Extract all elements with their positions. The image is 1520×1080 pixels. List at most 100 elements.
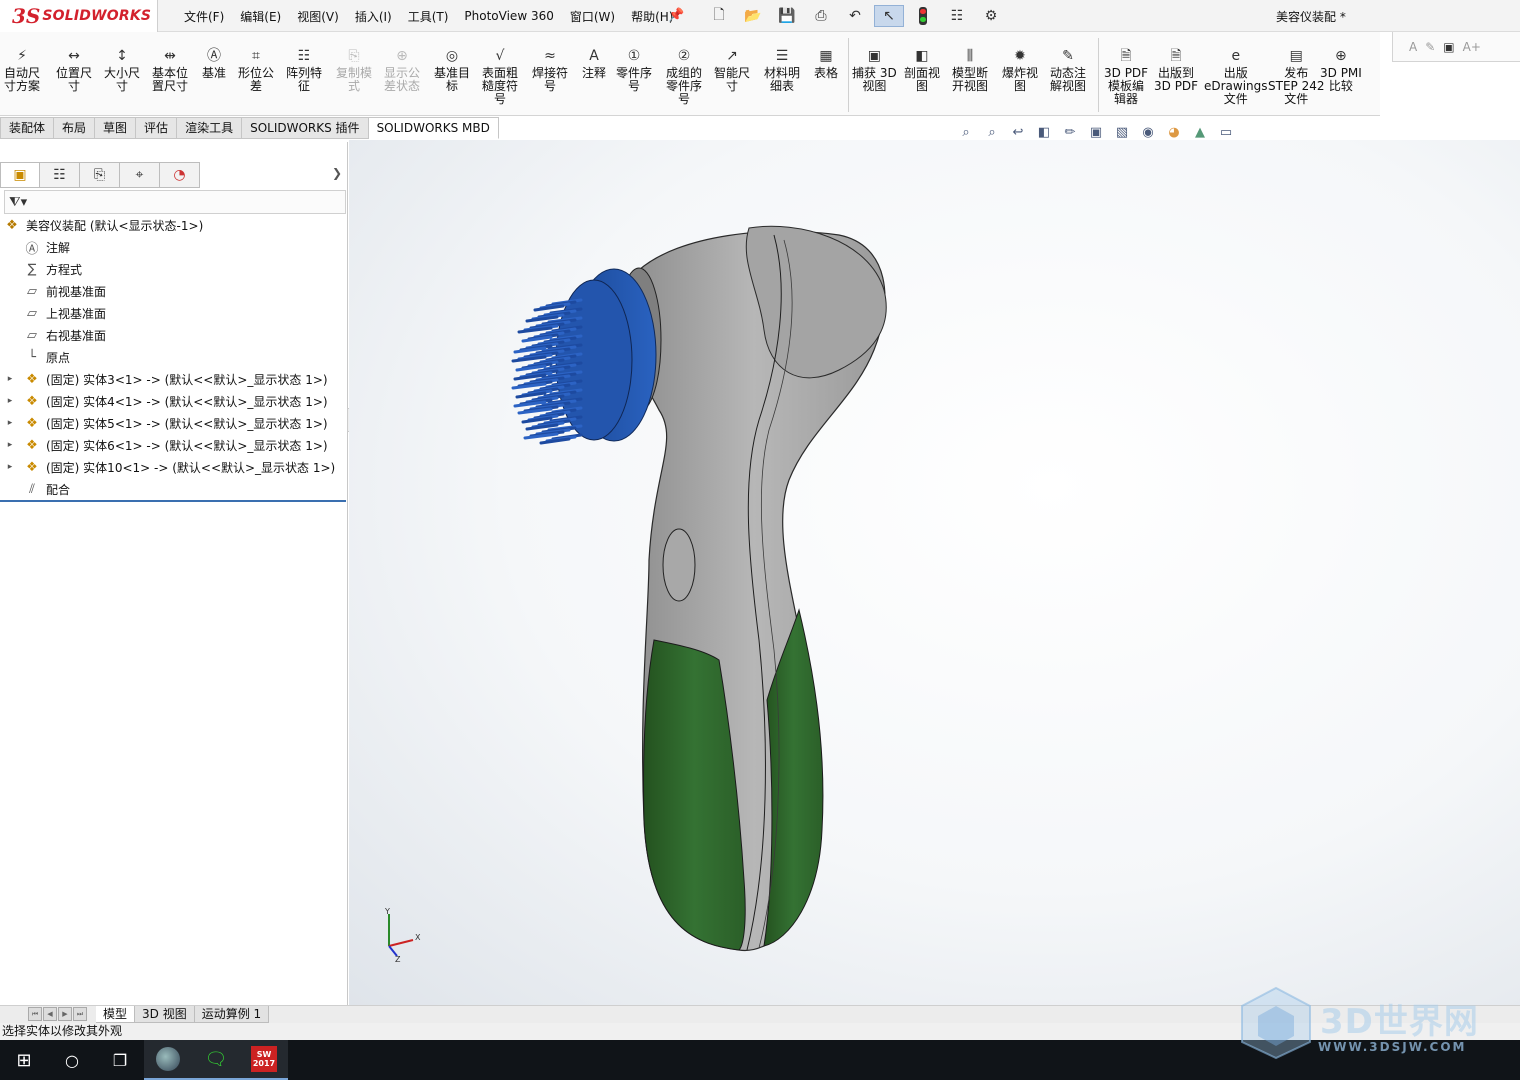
wechat-app-icon[interactable]: 🗨 <box>192 1040 240 1080</box>
beauty-device-model[interactable] <box>349 140 1520 1006</box>
tab-addins[interactable]: SOLIDWORKS 插件 <box>242 117 369 139</box>
tree-item[interactable]: └ 原点 <box>0 346 346 368</box>
exploded-view-button[interactable]: ✹ 爆炸视 图 <box>1002 46 1038 93</box>
options-gear-icon[interactable]: ⚙ <box>976 5 1006 27</box>
datum-button[interactable]: Ⓐ 基准 <box>202 46 226 80</box>
pin-icon[interactable]: 📌 <box>668 8 684 23</box>
copy-scheme-button[interactable]: ⎘ 复制模 式 <box>336 46 372 93</box>
pattern-feature-button[interactable]: ☷ 阵列特 征 <box>286 46 322 93</box>
tree-item[interactable]: ▱ 前视基准面 <box>0 280 346 302</box>
tab-sketch[interactable]: 草图 <box>95 117 137 139</box>
view-orientation-icon[interactable]: ▣ <box>1086 122 1106 142</box>
filter-funnel-icon[interactable]: ⧨▾ <box>9 195 27 210</box>
datum-target-button[interactable]: ◎ 基准目 标 <box>434 46 470 93</box>
rebuild-traffic-light-icon[interactable] <box>908 5 938 27</box>
3d-pdf-template-button[interactable]: 🗎 3D PDF 模板编 辑器 <box>1104 46 1148 106</box>
tree-filter[interactable]: ⧨▾ <box>4 190 346 214</box>
solidworks-2017-app-icon[interactable]: SW 2017 <box>240 1040 288 1080</box>
step-242-button[interactable]: ▤ 发布 STEP 242 文件 <box>1268 46 1324 106</box>
save-icon[interactable]: 💾 <box>772 5 802 27</box>
tree-item[interactable]: ∑ 方程式 <box>0 258 346 280</box>
note-style-icon[interactable]: ✎ <box>1425 40 1435 54</box>
tree-root[interactable]: ❖ 美容仪装配 (默认<显示状态-1>) <box>0 214 346 236</box>
next-tab-icon[interactable]: ▶ <box>58 1007 72 1021</box>
configuration-manager-tab-icon[interactable]: ⎘ <box>80 162 120 188</box>
zoom-to-area-icon[interactable]: ⌕ <box>982 122 1002 142</box>
menu-insert[interactable]: 插入(I) <box>347 8 400 25</box>
tab-3d-view[interactable]: 3D 视图 <box>135 1006 195 1023</box>
property-manager-tab-icon[interactable]: ☷ <box>40 162 80 188</box>
print-icon[interactable]: ⎙ <box>806 5 836 27</box>
section-view-button[interactable]: ◧ 剖面视 图 <box>904 46 940 93</box>
expand-arrow-icon[interactable]: ▸ <box>4 440 16 450</box>
apply-scene-icon[interactable]: ▲ <box>1190 122 1210 142</box>
edit-appearance-icon[interactable]: ◕ <box>1164 122 1184 142</box>
feature-manager-tab-icon[interactable]: ▣ <box>0 162 40 188</box>
zoom-to-fit-icon[interactable]: ⌕ <box>956 122 976 142</box>
tree-item[interactable]: ▸ ❖ (固定) 实体6<1> -> (默认<<默认>_显示状态 1>) <box>0 434 346 456</box>
display-style-icon[interactable]: ▧ <box>1112 122 1132 142</box>
tree-item[interactable]: ▸ ❖ (固定) 实体5<1> -> (默认<<默认>_显示状态 1>) <box>0 412 346 434</box>
tab-model[interactable]: 模型 <box>96 1006 136 1023</box>
dynamic-annotation-button[interactable]: ✎ 动态注 解视图 <box>1050 46 1086 93</box>
menu-view[interactable]: 视图(V) <box>289 8 347 25</box>
tab-assembly[interactable]: 装配体 <box>0 117 55 139</box>
graphics-area[interactable]: Y X Z <box>349 140 1520 1006</box>
expand-arrow-icon[interactable]: ▸ <box>4 396 16 406</box>
menu-edit[interactable]: 编辑(E) <box>232 8 289 25</box>
size-dimension-button[interactable]: ↕ 大小尺 寸 <box>104 46 140 93</box>
tab-mbd[interactable]: SOLIDWORKS MBD <box>368 117 499 139</box>
publish-3d-pdf-button[interactable]: 🗎 出版到 3D PDF <box>1154 46 1198 93</box>
expand-arrow-icon[interactable]: ▸ <box>4 418 16 428</box>
tab-layout[interactable]: 布局 <box>54 117 96 139</box>
search-circle-icon[interactable]: ○ <box>48 1040 96 1080</box>
new-document-icon[interactable]: 🗋 <box>704 5 734 27</box>
tree-item[interactable]: ▱ 上视基准面 <box>0 302 346 324</box>
menu-file[interactable]: 文件(F) <box>176 8 232 25</box>
tab-render-tools[interactable]: 渲染工具 <box>177 117 243 139</box>
capture-3d-view-button[interactable]: ▣ 捕获 3D 视图 <box>852 46 897 93</box>
solidworks-logo[interactable]: 3S SOLIDWORKS <box>0 0 158 32</box>
panel-expand-arrow-icon[interactable]: ❯ <box>332 166 342 180</box>
tree-item[interactable]: ▸ ❖ (固定) 实体4<1> -> (默认<<默认>_显示状态 1>) <box>0 390 346 412</box>
tree-item[interactable]: ▸ ❖ (固定) 实体3<1> -> (默认<<默认>_显示状态 1>) <box>0 368 346 390</box>
add-text-icon[interactable]: A+ <box>1463 40 1481 54</box>
location-dimension-button[interactable]: ↔ 位置尺 寸 <box>56 46 92 93</box>
dynamic-annotation-view-icon[interactable]: ✏ <box>1060 122 1080 142</box>
text-icon[interactable]: A <box>1409 40 1417 54</box>
expand-arrow-icon[interactable]: ▸ <box>4 374 16 384</box>
first-tab-icon[interactable]: ⏮ <box>28 1007 42 1021</box>
windows-start-icon[interactable]: ⊞ <box>0 1040 48 1080</box>
open-icon[interactable]: 📂 <box>738 5 768 27</box>
tree-item[interactable]: ▱ 右视基准面 <box>0 324 346 346</box>
file-properties-icon[interactable]: ☷ <box>942 5 972 27</box>
hide-show-icon[interactable]: ◉ <box>1138 122 1158 142</box>
smart-dimension-button[interactable]: ↗ 智能尺 寸 <box>714 46 750 93</box>
tree-rollback-bar[interactable] <box>0 500 346 502</box>
stacked-balloon-button[interactable]: ② 成组的 零件序 号 <box>666 46 702 106</box>
expand-arrow-icon[interactable]: ▸ <box>4 462 16 472</box>
tab-evaluate[interactable]: 评估 <box>136 117 178 139</box>
undo-icon[interactable]: ↶ <box>840 5 870 27</box>
balloon-button[interactable]: ① 零件序 号 <box>616 46 652 93</box>
display-manager-tab-icon[interactable]: ◔ <box>160 162 200 188</box>
tree-item[interactable]: ⫽ 配合 <box>0 478 346 500</box>
tolerance-status-button[interactable]: ⊕ 显示公 差状态 <box>384 46 420 93</box>
image-icon[interactable]: ▣ <box>1443 40 1454 54</box>
surface-finish-button[interactable]: √ 表面粗 糙度符 号 <box>482 46 518 106</box>
tree-item[interactable]: Ⓐ 注解 <box>0 236 346 258</box>
select-pointer-icon[interactable]: ↖ <box>874 5 904 27</box>
menu-window[interactable]: 窗口(W) <box>562 8 623 25</box>
task-view-icon[interactable]: ❐ <box>96 1040 144 1080</box>
prev-tab-icon[interactable]: ◀ <box>43 1007 57 1021</box>
bom-button[interactable]: ☰ 材料明 细表 <box>764 46 800 93</box>
note-button[interactable]: A 注释 <box>582 46 606 80</box>
pmi-compare-button[interactable]: ⊕ 3D PMI 比较 <box>1320 46 1362 93</box>
menu-tools[interactable]: 工具(T) <box>400 8 457 25</box>
browser-app-icon[interactable] <box>144 1040 192 1080</box>
view-settings-icon[interactable]: ▭ <box>1216 122 1236 142</box>
edrawings-button[interactable]: e 出版 eDrawings 文件 <box>1204 46 1268 106</box>
menu-photoview[interactable]: PhotoView 360 <box>456 9 561 23</box>
weld-symbol-button[interactable]: ≈ 焊接符 号 <box>532 46 568 93</box>
geometric-tolerance-button[interactable]: ⌗ 形位公 差 <box>238 46 274 93</box>
